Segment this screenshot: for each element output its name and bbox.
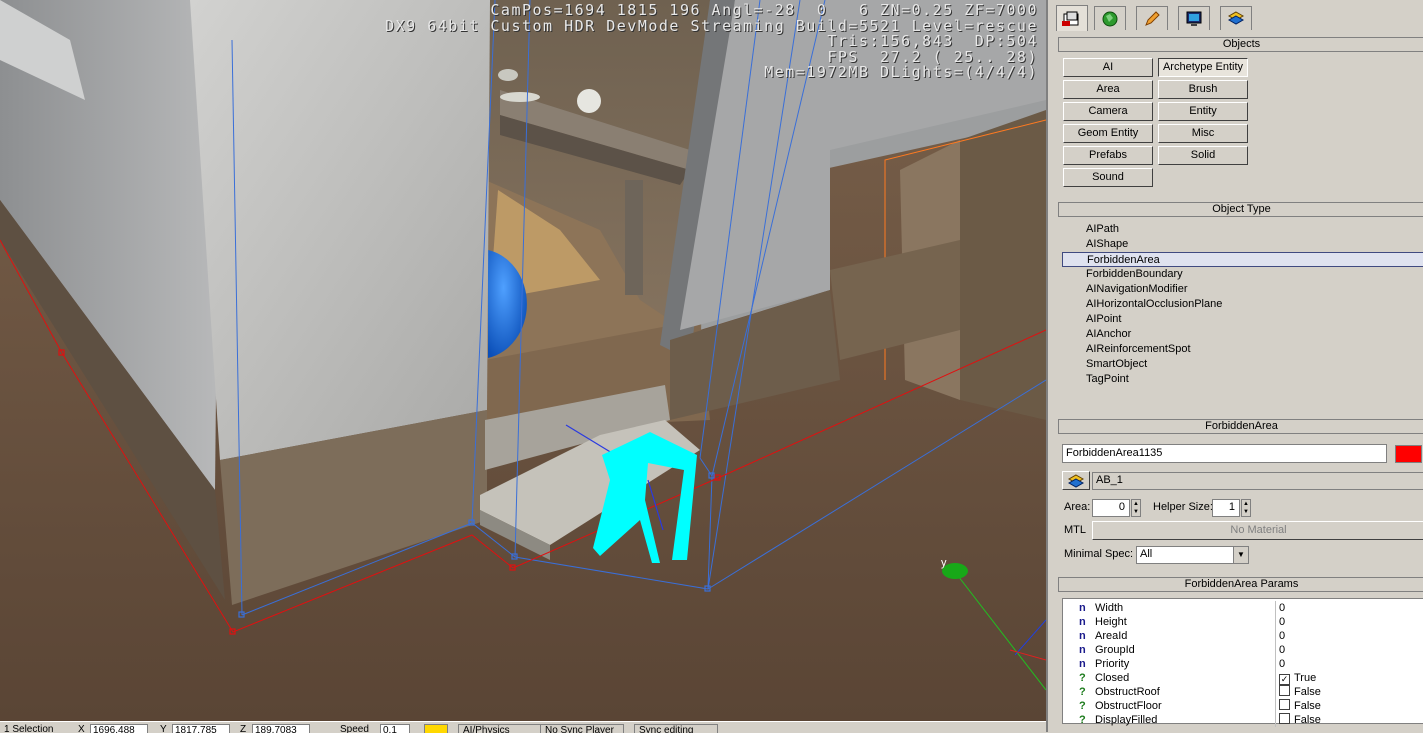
forbidden-area-header[interactable]: ForbiddenArea bbox=[1058, 419, 1423, 434]
bool-type-icon: ? bbox=[1079, 686, 1086, 698]
param-row-obstructroof[interactable]: ? ObstructRoof False bbox=[1063, 685, 1423, 699]
list-item-aihorizontalocclusionplane[interactable]: AIHorizontalOcclusionPlane bbox=[1062, 297, 1423, 312]
list-item-ainavigationmodifier[interactable]: AINavigationModifier bbox=[1062, 282, 1423, 297]
param-row-areaid[interactable]: n AreaId 0 bbox=[1063, 629, 1423, 643]
minimal-spec-label: Minimal Spec: bbox=[1064, 548, 1134, 560]
display-monitor-icon bbox=[1186, 11, 1202, 26]
layers-icon bbox=[1227, 10, 1245, 25]
list-item-aipoint[interactable]: AIPoint bbox=[1062, 312, 1423, 327]
area-field[interactable]: 0 bbox=[1092, 499, 1130, 517]
obstructfloor-checkbox[interactable] bbox=[1279, 699, 1290, 710]
archetype-entity-button[interactable]: Archetype Entity bbox=[1158, 58, 1248, 77]
obstructroof-checkbox[interactable] bbox=[1279, 685, 1290, 696]
param-row-priority[interactable]: n Priority 0 bbox=[1063, 657, 1423, 671]
object-type-list: AIPath AIShape ForbiddenArea ForbiddenBo… bbox=[1062, 222, 1423, 402]
param-row-displayfilled[interactable]: ? DisplayFilled False bbox=[1063, 713, 1423, 727]
bool-type-icon: ? bbox=[1079, 714, 1086, 726]
tab-modify[interactable] bbox=[1136, 6, 1168, 30]
list-item-smartobject[interactable]: SmartObject bbox=[1062, 357, 1423, 372]
entity-button[interactable]: Entity bbox=[1158, 102, 1248, 121]
params-header[interactable]: ForbiddenArea Params bbox=[1058, 577, 1423, 592]
tab-layers[interactable] bbox=[1220, 6, 1252, 30]
hud-line-memory: Mem=1972MB DLights=(4/4/4) bbox=[764, 63, 1038, 82]
terrain-globe-icon bbox=[1102, 11, 1118, 26]
camera-button[interactable]: Camera bbox=[1063, 102, 1153, 121]
list-item-forbiddenarea[interactable]: ForbiddenArea bbox=[1062, 252, 1423, 267]
gizmo-axis-label: y bbox=[941, 557, 947, 569]
tab-objects[interactable] bbox=[1056, 5, 1088, 31]
chevron-down-icon[interactable]: ▼ bbox=[1233, 547, 1248, 563]
scene-render bbox=[0, 0, 1046, 721]
brush-button[interactable]: Brush bbox=[1158, 80, 1248, 99]
create-objects-icon bbox=[1062, 11, 1079, 26]
tab-display[interactable] bbox=[1178, 6, 1210, 30]
layer-select-button[interactable] bbox=[1062, 471, 1090, 490]
bool-type-icon: ? bbox=[1079, 700, 1086, 712]
tab-terrain[interactable] bbox=[1094, 6, 1126, 30]
param-row-height[interactable]: n Height 0 bbox=[1063, 615, 1423, 629]
list-item-tagpoint[interactable]: TagPoint bbox=[1062, 372, 1423, 387]
list-item-aireinforcementspot[interactable]: AIReinforcementSpot bbox=[1062, 342, 1423, 357]
number-type-icon: n bbox=[1079, 658, 1086, 670]
area-label: Area: bbox=[1064, 501, 1091, 513]
displayfilled-checkbox[interactable] bbox=[1279, 713, 1290, 724]
minimal-spec-value: All bbox=[1140, 548, 1153, 560]
mtl-label: MTL bbox=[1064, 524, 1086, 536]
bool-type-icon: ? bbox=[1079, 672, 1086, 684]
param-row-obstructfloor[interactable]: ? ObstructFloor False bbox=[1063, 699, 1423, 713]
minimal-spec-select[interactable]: All ▼ bbox=[1136, 546, 1249, 564]
object-name-field[interactable]: ForbiddenArea1135 bbox=[1062, 444, 1387, 463]
number-type-icon: n bbox=[1079, 602, 1086, 614]
prefabs-button[interactable]: Prefabs bbox=[1063, 146, 1153, 165]
number-type-icon: n bbox=[1079, 630, 1086, 642]
param-row-width[interactable]: n Width 0 bbox=[1063, 601, 1423, 615]
number-type-icon: n bbox=[1079, 644, 1086, 656]
object-type-header[interactable]: Object Type bbox=[1058, 202, 1423, 217]
viewport-stats-overlay: CamPos=1694 1815 196 Angl=-28 0 6 ZN=0.2… bbox=[385, 2, 1038, 82]
material-button[interactable]: No Material bbox=[1092, 521, 1423, 540]
list-item-aianchor[interactable]: AIAnchor bbox=[1062, 327, 1423, 342]
status-bar: 1 Selection X 1696.488 Y 1817.785 Z 189.… bbox=[0, 721, 1046, 733]
misc-button[interactable]: Misc bbox=[1158, 124, 1248, 143]
layer-field[interactable]: AB_1 bbox=[1092, 472, 1423, 490]
list-item-aishape[interactable]: AIShape bbox=[1062, 237, 1423, 252]
helper-size-field[interactable]: 1 bbox=[1212, 499, 1240, 517]
geom-entity-button[interactable]: Geom Entity bbox=[1063, 124, 1153, 143]
pencil-icon bbox=[1145, 10, 1160, 26]
solid-button[interactable]: Solid bbox=[1158, 146, 1248, 165]
rollup-panel: Objects AI Area Camera Geom Entity Prefa… bbox=[1046, 0, 1423, 732]
ai-button[interactable]: AI bbox=[1063, 58, 1153, 77]
3d-viewport[interactable]: CamPos=1694 1815 196 Angl=-28 0 6 ZN=0.2… bbox=[0, 0, 1046, 721]
list-item-aipath[interactable]: AIPath bbox=[1062, 222, 1423, 237]
sound-button[interactable]: Sound bbox=[1063, 168, 1153, 187]
area-spinner[interactable]: ▲ ▼ bbox=[1131, 499, 1141, 517]
area-button[interactable]: Area bbox=[1063, 80, 1153, 99]
param-row-closed[interactable]: ? Closed ✓ True bbox=[1063, 671, 1423, 685]
param-row-groupid[interactable]: n GroupId 0 bbox=[1063, 643, 1423, 657]
number-type-icon: n bbox=[1079, 616, 1086, 628]
layers-icon bbox=[1068, 473, 1084, 488]
helper-size-spinner[interactable]: ▲ ▼ bbox=[1241, 499, 1251, 517]
objects-header[interactable]: Objects bbox=[1058, 37, 1423, 52]
list-item-forbiddenboundary[interactable]: ForbiddenBoundary bbox=[1062, 267, 1423, 282]
object-color-swatch[interactable] bbox=[1395, 445, 1422, 463]
closed-checkbox[interactable]: ✓ bbox=[1279, 674, 1290, 685]
params-grid: n Width 0 n Height 0 n AreaId 0 n GroupId 0 n Pri… bbox=[1062, 598, 1423, 727]
helper-size-label: Helper Size: bbox=[1153, 501, 1213, 513]
